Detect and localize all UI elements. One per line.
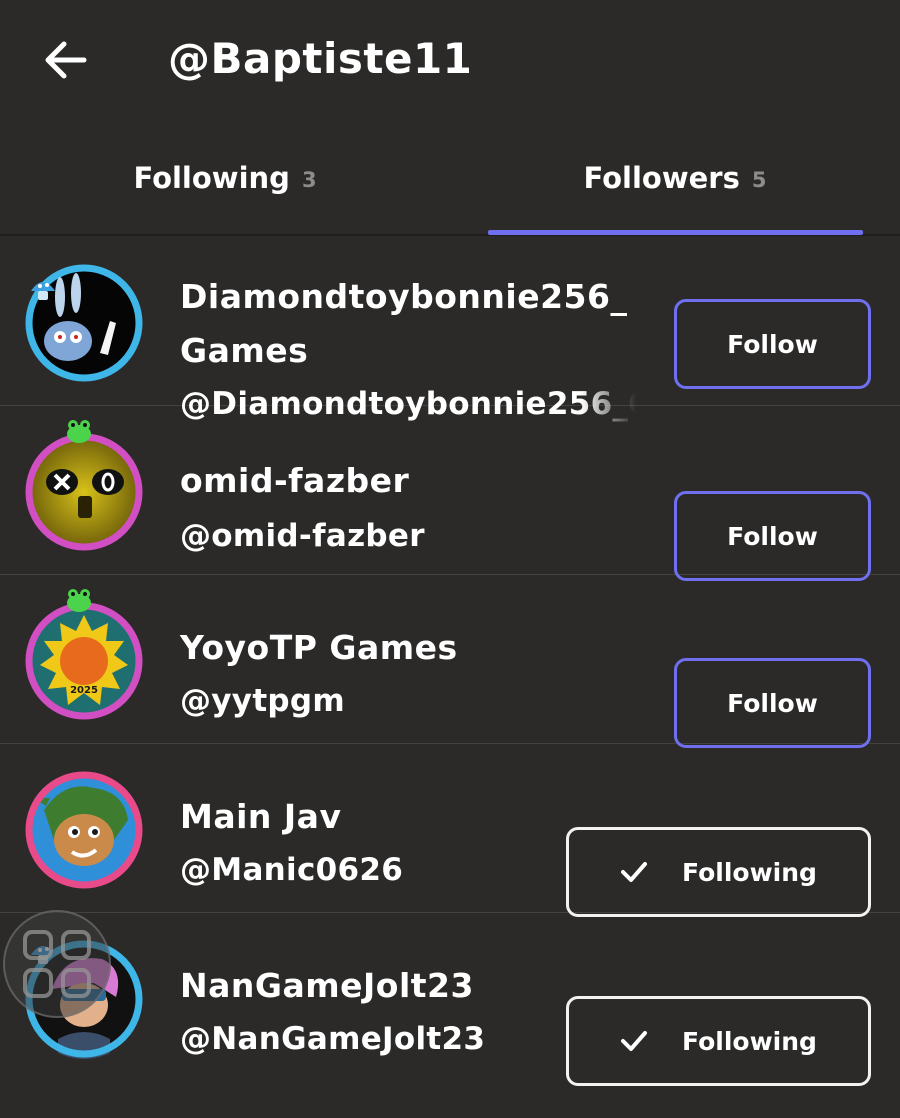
mushroom-badge-icon xyxy=(31,282,55,300)
frog-badge-icon xyxy=(67,589,91,612)
followers-list: Diamondtoybonnie256_ Games @Diamondtoybo… xyxy=(0,237,900,1086)
follow-button[interactable]: Follow xyxy=(674,658,871,748)
following-button[interactable]: Following xyxy=(566,996,871,1086)
check-icon xyxy=(620,861,648,883)
avatar-year-text: 2025 xyxy=(70,685,98,696)
assistive-touch-icon[interactable] xyxy=(3,910,111,1018)
arrow-left-icon xyxy=(45,41,87,79)
tab-following[interactable]: Following 3 xyxy=(0,120,450,236)
avatar[interactable] xyxy=(24,770,144,890)
following-button[interactable]: Following xyxy=(566,827,871,917)
follow-button[interactable]: Follow xyxy=(674,491,871,581)
follower-name[interactable]: omid-fazber xyxy=(180,454,409,508)
assistive-square xyxy=(23,930,53,960)
follower-name-line2[interactable]: Games xyxy=(180,324,308,378)
follower-handle[interactable]: @omid-fazber xyxy=(180,511,425,561)
follower-name[interactable]: Main Jav xyxy=(180,790,341,844)
assistive-square xyxy=(23,968,53,998)
list-item[interactable]: Main Jav @Manic0626 Following xyxy=(0,744,900,917)
follower-handle[interactable]: @Manic0626 xyxy=(180,845,403,895)
active-tab-indicator xyxy=(488,230,863,235)
top-bar: @Baptiste11 xyxy=(0,0,900,120)
page-title: @Baptiste11 xyxy=(168,34,473,83)
list-item[interactable]: NanGameJolt23 @NanGameJolt23 Following xyxy=(0,913,900,1086)
follower-handle[interactable]: @NanGameJolt23 xyxy=(180,1014,485,1064)
list-item[interactable]: Diamondtoybonnie256_ Games @Diamondtoybo… xyxy=(0,237,900,422)
list-item[interactable]: 2025 YoyoTP Games @yytpgm Follow xyxy=(0,575,900,748)
assistive-square xyxy=(61,930,91,960)
list-item[interactable]: omid-fazber @omid-fazber Follow xyxy=(0,406,900,581)
check-icon xyxy=(620,1030,648,1052)
follow-button[interactable]: Follow xyxy=(674,299,871,389)
follower-name[interactable]: YoyoTP Games xyxy=(180,621,458,675)
following-button-label: Following xyxy=(682,1026,817,1056)
back-button[interactable] xyxy=(40,36,92,84)
tab-following-label: Following xyxy=(133,161,290,195)
tab-followers[interactable]: Followers 5 xyxy=(450,120,900,236)
tab-followers-label: Followers xyxy=(583,161,740,195)
avatar[interactable]: 2025 xyxy=(24,601,144,721)
tab-followers-count: 5 xyxy=(751,168,767,192)
following-button-label: Following xyxy=(682,857,817,887)
tab-bar: Following 3 Followers 5 xyxy=(0,120,900,236)
avatar[interactable] xyxy=(24,432,144,552)
frog-badge-icon xyxy=(67,420,91,443)
tab-following-count: 3 xyxy=(301,168,317,192)
assistive-square xyxy=(61,968,91,998)
follower-handle[interactable]: @yytpgm xyxy=(180,676,345,726)
follower-name-line1[interactable]: Diamondtoybonnie256_ xyxy=(180,270,627,324)
follower-name[interactable]: NanGameJolt23 xyxy=(180,959,474,1013)
